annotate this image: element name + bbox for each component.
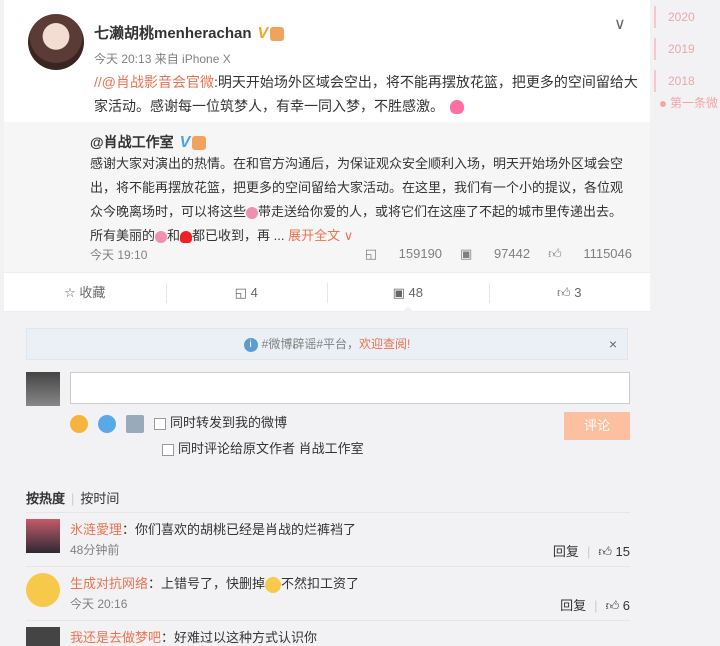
comment-actions: 回复 | 👍︎ 6 — [560, 598, 630, 613]
heart-emoji-icon — [180, 230, 193, 243]
notice-tag[interactable]: #微博辟谣#平台， — [262, 337, 359, 351]
comment-text: ：上错号了，快删掉 — [148, 576, 266, 591]
composer-tools: 同时转发到我的微博 — [70, 412, 287, 433]
year-2018[interactable]: 2018 — [654, 70, 695, 92]
submit-comment-button[interactable]: 评论 — [564, 412, 630, 440]
reply-button[interactable]: 回复 — [560, 598, 586, 613]
verified-icon: V — [257, 25, 269, 42]
comment-content: 我还是去做梦吧：好难过以这种方式认识你 — [70, 627, 317, 646]
notice-bar: i #微博辟谣#平台，欢迎查阅! × — [26, 328, 628, 360]
comment-time: 48分钟前 — [70, 543, 120, 557]
comment-sort: 按热度 | 按时间 — [26, 491, 120, 506]
mention-link[interactable]: @肖战影音会官微 — [102, 74, 214, 90]
like-count[interactable]: 👍︎ 1115046 — [548, 246, 632, 261]
avatar[interactable] — [28, 14, 84, 70]
like-button[interactable]: 👍︎ 3 — [488, 273, 651, 311]
member-icon — [192, 136, 207, 151]
member-icon — [270, 27, 285, 42]
comment-time: 今天 20:16 — [70, 597, 128, 611]
avatar[interactable] — [26, 519, 60, 553]
comment-count[interactable]: ▣ 97442 — [460, 246, 530, 261]
comment-like-button[interactable]: 👍︎ 6 — [606, 598, 630, 613]
avatar[interactable] — [26, 573, 60, 607]
first-weibo-label: 第一条微 — [670, 96, 719, 110]
repost-text-part: 和 — [167, 228, 181, 243]
sync-weibo-label: 同时转发到我的微博 — [170, 415, 288, 430]
comment-text: 不然扣工资了 — [281, 576, 360, 591]
commenter-name[interactable]: 氷涟愛理 — [70, 522, 122, 537]
repost-stats: ◱ 159190 ▣ 97442 👍︎ 1115046 — [347, 246, 632, 262]
emoji-icon — [265, 576, 282, 593]
repost-author[interactable]: @肖战工作室 V — [90, 132, 207, 152]
flower-emoji-icon — [155, 230, 168, 243]
info-icon: i — [243, 337, 258, 352]
reply-button[interactable]: 回复 — [553, 544, 579, 559]
repost-text: 感谢大家对演出的热情。在和官方沟通后，为保证观众安全顺利入场，明天开始场外区域会… — [90, 152, 635, 248]
comment-item: 我还是去做梦吧：好难过以这种方式认识你 — [26, 620, 630, 646]
year-first[interactable]: 第一条微 — [654, 92, 718, 114]
action-bar: ☆ 收藏 ◱ 4 ▣ 48 👍︎ 3 — [4, 272, 650, 312]
post-author[interactable]: 七濑胡桃menherachan V — [94, 22, 285, 43]
dot-icon — [660, 100, 666, 107]
repost-text-part: 都已收到，再 ... — [192, 228, 285, 243]
repost-button[interactable]: ◱ 4 — [165, 273, 328, 311]
notice-link[interactable]: 欢迎查阅! — [359, 337, 410, 351]
sync-author-checkbox[interactable] — [162, 443, 174, 456]
my-avatar — [26, 372, 60, 406]
year-2020[interactable]: 2020 — [654, 6, 695, 28]
comment-section: i #微博辟谣#平台，欢迎查阅! × 同时转发到我的微博 同时评论给原文作者 肖战工… — [4, 312, 650, 646]
flower-emoji-icon — [246, 206, 259, 219]
post-text: //@肖战影音会官微:明天开始场外区域会空出，将不能再摆放花篮，把更多的空间留给… — [94, 70, 642, 118]
gif-icon[interactable] — [98, 414, 116, 433]
repost-time: 今天 19:10 — [90, 248, 148, 262]
repost-username[interactable]: @肖战工作室 — [90, 134, 174, 150]
comment-item: 生成对抗网络：上错号了，快删掉 不然扣工资了 今天 20:16 回复 | 👍︎ 6 — [26, 566, 630, 618]
year-2019[interactable]: 2019 — [654, 38, 695, 60]
avatar[interactable] — [26, 627, 60, 646]
post-meta: 今天 20:13 来自 iPhone X — [94, 52, 231, 66]
comment-content: 生成对抗网络：上错号了，快删掉 不然扣工资了 — [70, 573, 359, 593]
comment-input[interactable] — [70, 372, 630, 404]
weibo-card: 七濑胡桃menherachan V 今天 20:13 来自 iPhone X ∨ … — [4, 0, 650, 646]
comment-like-button[interactable]: 👍︎ 15 — [598, 544, 630, 559]
comment-actions: 回复 | 👍︎ 15 — [552, 544, 630, 559]
verified-icon: V — [179, 134, 191, 151]
sort-time[interactable]: 按时间 — [80, 491, 119, 506]
username[interactable]: 七濑胡桃menherachan — [94, 25, 252, 42]
comment-text: ：好难过以这种方式认识你 — [161, 630, 318, 645]
heart-emoji-icon — [450, 100, 464, 115]
expand-link[interactable]: 展开全文 ∨ — [288, 228, 353, 243]
comment-button[interactable]: ▣ 48 — [327, 273, 489, 312]
comment-item: 氷涟愛理：你们喜欢的胡桃已经是肖战的烂裤裆了 48分钟前 回复 | 👍︎ 15 — [26, 512, 630, 562]
timeline-sidebar: 2020 2019 2018 第一条微 — [654, 0, 720, 646]
favorite-button[interactable]: ☆ 收藏 — [4, 273, 166, 311]
reposted-content: @肖战工作室 V 感谢大家对演出的热情。在和官方沟通后，为保证观众安全顺利入场，明… — [4, 122, 650, 272]
image-icon[interactable] — [126, 414, 144, 433]
close-icon[interactable]: × — [609, 329, 617, 359]
chevron-down-icon[interactable]: ∨ — [614, 14, 626, 34]
sync-weibo-checkbox[interactable] — [154, 417, 166, 430]
commenter-name[interactable]: 我还是去做梦吧 — [70, 630, 161, 645]
sync-author-label: 同时评论给原文作者 肖战工作室 — [178, 441, 364, 456]
comment-content: 氷涟愛理：你们喜欢的胡桃已经是肖战的烂裤裆了 — [70, 519, 356, 538]
comment-text: ：你们喜欢的胡桃已经是肖战的烂裤裆了 — [122, 522, 357, 537]
repost-count[interactable]: ◱ 159190 — [365, 246, 442, 261]
sort-hot[interactable]: 按热度 — [26, 491, 65, 506]
sync-author-option: 同时评论给原文作者 肖战工作室 — [162, 438, 364, 457]
repost-prefix: // — [94, 74, 102, 90]
commenter-name[interactable]: 生成对抗网络 — [70, 576, 148, 591]
emoji-icon[interactable] — [70, 414, 88, 433]
